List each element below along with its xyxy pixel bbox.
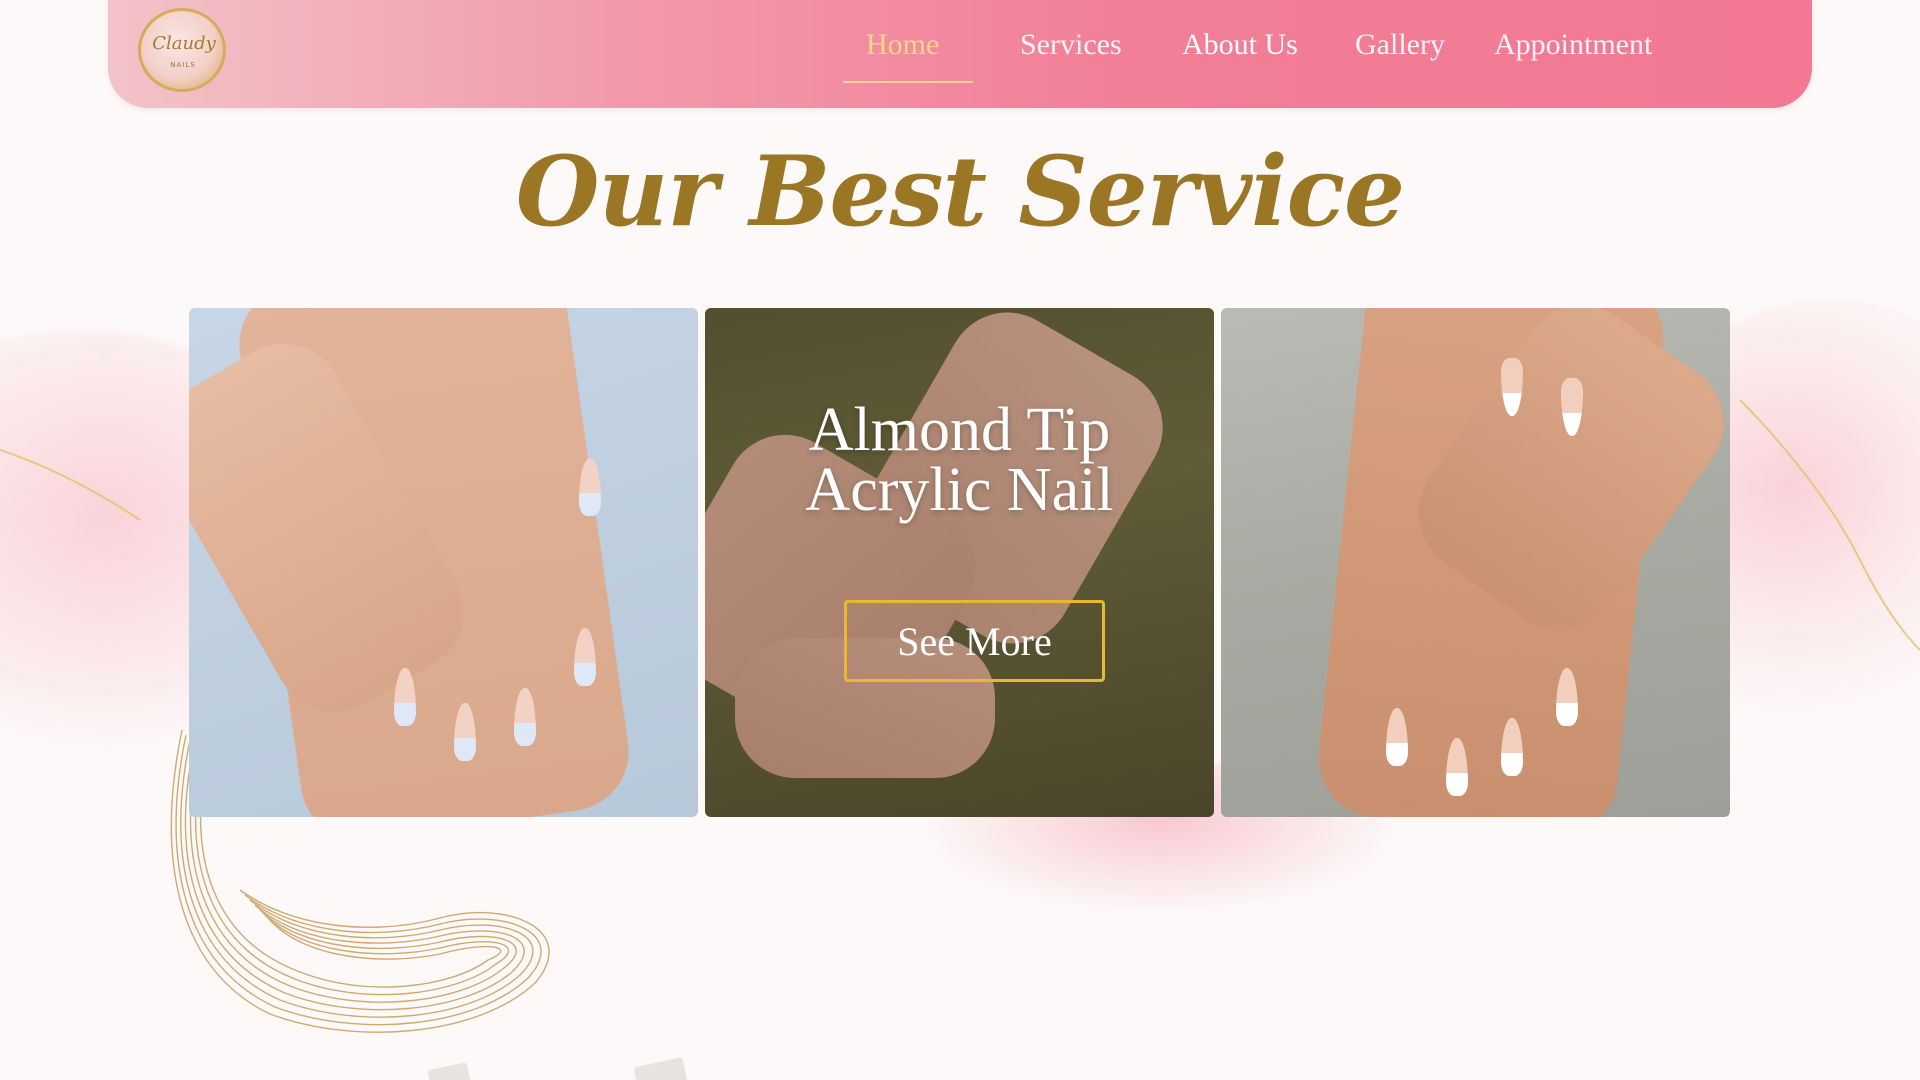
nav-gallery[interactable]: Gallery (1355, 28, 1445, 68)
service-card-pearl-tip[interactable] (1221, 308, 1730, 817)
card-title-line-1: Almond Tip (808, 396, 1111, 464)
nav-home[interactable]: Home (866, 28, 939, 68)
card-title: Almond Tip Acrylic Nail (705, 396, 1214, 524)
nail-image (579, 458, 601, 516)
nav-appointment[interactable]: Appointment (1494, 28, 1652, 68)
section-title: Our Best Service (515, 135, 1405, 248)
nav-about-us[interactable]: About Us (1182, 28, 1298, 68)
see-more-button[interactable]: See More (844, 600, 1105, 682)
partial-image-decoration (633, 1057, 689, 1080)
logo[interactable]: Claudy NAILS (138, 8, 226, 92)
card-overlay (705, 308, 1214, 817)
nav-active-underline (843, 81, 973, 83)
card-title-line-2: Acrylic Nail (805, 456, 1114, 524)
page: Claudy NAILS Home Services About Us Gall… (0, 0, 1920, 1080)
logo-text: Claudy (152, 33, 216, 54)
service-card-french-tip[interactable] (189, 308, 698, 817)
nav-services[interactable]: Services (1020, 28, 1122, 68)
logo-subtext: NAILS (170, 61, 196, 69)
service-card-almond-tip[interactable]: Almond Tip Acrylic Nail See More (705, 308, 1214, 817)
partial-image-decoration (427, 1062, 473, 1080)
